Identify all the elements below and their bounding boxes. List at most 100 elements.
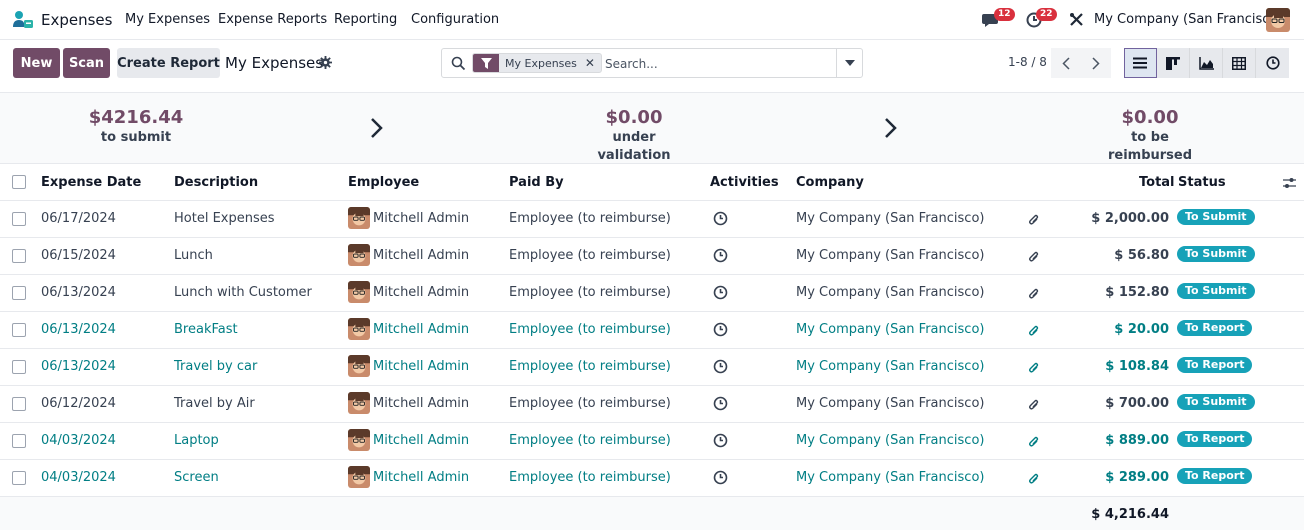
activity-clock-icon[interactable] [713,359,728,374]
column-activities[interactable]: Activities [710,175,779,190]
employee-avatar [348,207,370,229]
paperclip-icon[interactable] [1028,398,1040,412]
paperclip-icon[interactable] [1028,472,1040,486]
summary-under-validation[interactable]: $0.00 under validation [574,107,694,165]
column-total[interactable]: Total [1139,175,1175,190]
row-checkbox[interactable] [12,471,26,485]
list-view-button[interactable] [1124,48,1157,78]
employee-avatar [348,466,370,488]
table-row[interactable]: 04/03/2024 Screen Mitchell Admin Employe… [0,459,1304,496]
table-row[interactable]: 06/13/2024 Travel by car Mitchell Admin … [0,348,1304,385]
pager-next-button[interactable] [1081,48,1111,78]
chevron-right-icon [371,118,383,138]
paperclip-icon[interactable] [1028,287,1040,301]
row-checkbox[interactable] [12,249,26,263]
expense-summary: $4216.44 to submit $0.00 under validatio… [0,92,1304,164]
paperclip-icon[interactable] [1028,435,1040,449]
summary-label: to be reimbursed [1107,130,1193,163]
status-badge: To Submit [1177,246,1255,262]
expense-description: Lunch with Customer [174,285,312,300]
employee-name: Mitchell Admin [373,470,470,485]
status-badge: To Report [1177,468,1253,484]
top-navbar: Expenses My Expenses Expense Reports Rep… [0,0,1304,40]
paid-by: Employee (to reimburse) [509,433,671,448]
row-checkbox[interactable] [12,360,26,374]
search-bar: My Expenses ✕ [441,48,863,78]
activity-clock-icon[interactable] [713,322,728,337]
activity-clock-icon[interactable] [713,285,728,300]
row-checkbox[interactable] [12,286,26,300]
expense-description: BreakFast [174,322,238,337]
paid-by: Employee (to reimburse) [509,248,671,263]
pivot-view-button[interactable] [1223,48,1256,78]
expense-date: 04/03/2024 [41,470,116,485]
activity-view-button[interactable] [1256,48,1289,78]
activity-clock-icon[interactable] [713,211,728,226]
activity-clock-icon[interactable] [713,248,728,263]
table-row[interactable]: 04/03/2024 Laptop Mitchell Admin Employe… [0,422,1304,459]
column-expense-date[interactable]: Expense Date [41,175,141,190]
user-avatar[interactable] [1266,8,1290,32]
pager-previous-button[interactable] [1051,48,1081,78]
tools-icon[interactable] [1069,12,1084,27]
column-company[interactable]: Company [796,175,864,190]
search-input[interactable] [605,55,830,73]
column-description[interactable]: Description [174,175,258,190]
table-row[interactable]: 06/15/2024 Lunch Mitchell Admin Employee… [0,237,1304,274]
graph-view-button[interactable] [1190,48,1223,78]
pivot-table-icon [1232,56,1246,70]
column-paid-by[interactable]: Paid By [509,175,564,190]
optional-columns-icon[interactable] [1283,177,1296,189]
column-status[interactable]: Status [1178,175,1226,190]
activity-clock-icon[interactable] [713,396,728,411]
column-employee[interactable]: Employee [348,175,419,190]
summary-to-be-reimbursed[interactable]: $0.00 to be reimbursed [1090,107,1210,165]
expense-date: 06/15/2024 [41,248,116,263]
company-switcher[interactable]: My Company (San Francisco) [1094,12,1282,27]
facet-remove-icon[interactable]: ✕ [585,56,601,70]
row-checkbox[interactable] [12,397,26,411]
summary-amount: $4216.44 [88,107,184,128]
paperclip-icon[interactable] [1028,361,1040,375]
expense-description: Lunch [174,248,213,263]
gear-icon[interactable] [319,56,332,69]
menu-expense-reports[interactable]: Expense Reports [218,12,327,27]
table-row[interactable]: 06/13/2024 Lunch with Customer Mitchell … [0,274,1304,311]
kanban-view-button[interactable] [1157,48,1190,78]
paperclip-icon[interactable] [1028,324,1040,338]
create-report-button[interactable]: Create Report [117,48,220,78]
clock-icon [1265,56,1280,70]
activity-clock-icon[interactable] [713,433,728,448]
app-name[interactable]: Expenses [41,11,112,29]
menu-configuration[interactable]: Configuration [411,12,499,27]
scan-button[interactable]: Scan [63,48,110,78]
employee-name: Mitchell Admin [373,433,470,448]
expense-total: $ 289.00 [1105,470,1169,485]
search-options-toggle[interactable] [836,49,863,77]
activity-clock-icon[interactable] [713,470,728,485]
table-row[interactable]: 06/13/2024 BreakFast Mitchell Admin Empl… [0,311,1304,348]
employee-avatar [348,318,370,340]
expense-total: $ 700.00 [1105,396,1169,411]
paperclip-icon[interactable] [1028,250,1040,264]
row-checkbox[interactable] [12,212,26,226]
table-row[interactable]: 06/12/2024 Travel by Air Mitchell Admin … [0,385,1304,422]
menu-my-expenses[interactable]: My Expenses [125,12,210,27]
paperclip-icon[interactable] [1028,213,1040,227]
employee-name: Mitchell Admin [373,211,470,226]
select-all-checkbox[interactable] [12,175,26,189]
expense-total: $ 108.84 [1105,359,1169,374]
table-row[interactable]: 06/17/2024 Hotel Expenses Mitchell Admin… [0,200,1304,237]
paid-by: Employee (to reimburse) [509,470,671,485]
new-button[interactable]: New [13,48,60,78]
expense-description: Screen [174,470,219,485]
pager-value[interactable]: 1-8 / 8 [1008,55,1047,69]
grand-total: $ 4,216.44 [1091,507,1169,522]
summary-to-submit[interactable]: $4216.44 to submit [86,107,186,147]
employee-name: Mitchell Admin [373,359,470,374]
menu-reporting[interactable]: Reporting [334,12,397,27]
row-checkbox[interactable] [12,323,26,337]
expenses-app-icon[interactable] [12,10,34,30]
row-checkbox[interactable] [12,434,26,448]
search-icon[interactable] [451,56,466,71]
